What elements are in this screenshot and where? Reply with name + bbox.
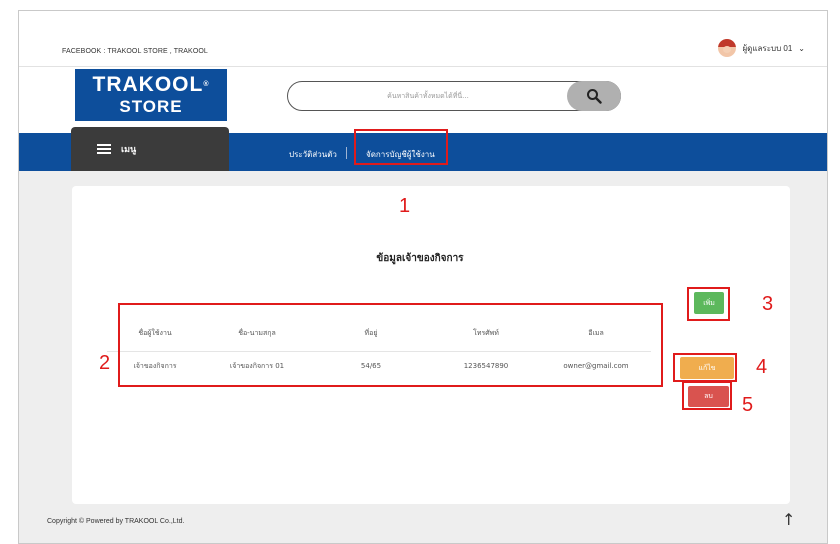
footer xyxy=(19,511,827,543)
annotation-number-2: 2 xyxy=(99,352,111,374)
annotation-box-1 xyxy=(354,129,448,165)
annotation-number-1: 1 xyxy=(399,195,411,217)
page-title: ข้อมูลเจ้าของกิจการ xyxy=(376,253,464,264)
annotation-box-4 xyxy=(673,353,737,382)
search-placeholder: ค้นหาสินค้าทั้งหมดได้ที่นี่... xyxy=(387,92,469,100)
search-input[interactable]: ค้นหาสินค้าทั้งหมดได้ที่นี่... xyxy=(287,81,621,111)
nav-profile[interactable]: ประวัติส่วนตัว xyxy=(289,148,337,161)
facebook-text: FACEBOOK : TRAKOOL STORE , TRAKOOL xyxy=(62,48,208,55)
logo-line1: TRAKOOL xyxy=(92,73,204,96)
chevron-down-icon[interactable]: ⌄ xyxy=(798,44,805,53)
search-icon xyxy=(587,89,602,104)
search-button[interactable] xyxy=(567,81,621,111)
annotation-box-5 xyxy=(682,381,732,410)
hamburger-icon xyxy=(97,144,111,154)
annotation-number-3: 3 xyxy=(762,293,774,315)
menu-label: เมนู xyxy=(121,145,137,155)
user-menu[interactable]: ผู้ดูแลระบบ 01 ⌄ xyxy=(718,39,805,57)
scroll-top-icon[interactable]: ↑ xyxy=(782,510,795,529)
annotation-number-5: 5 xyxy=(742,394,754,416)
annotation-number-4: 4 xyxy=(756,356,768,378)
store-logo[interactable]: TRAKOOL® STORE xyxy=(75,69,227,121)
nav-separator xyxy=(346,147,347,159)
avatar[interactable] xyxy=(718,39,737,57)
top-bar: FACEBOOK : TRAKOOL STORE , TRAKOOL ผู้ดู… xyxy=(19,11,827,66)
registered-mark: ® xyxy=(203,81,210,88)
menu-button[interactable]: เมนู xyxy=(71,127,229,171)
header: TRAKOOL® STORE ค้นหาสินค้าทั้งหมดได้ที่น… xyxy=(19,67,827,133)
user-name[interactable]: ผู้ดูแลระบบ 01 xyxy=(742,42,792,55)
annotation-box-3 xyxy=(687,287,730,321)
annotation-box-2 xyxy=(118,303,663,387)
copyright-text: Copyright © Powered by TRAKOOL Co.,Ltd. xyxy=(47,518,185,525)
logo-line2: STORE xyxy=(119,97,183,116)
